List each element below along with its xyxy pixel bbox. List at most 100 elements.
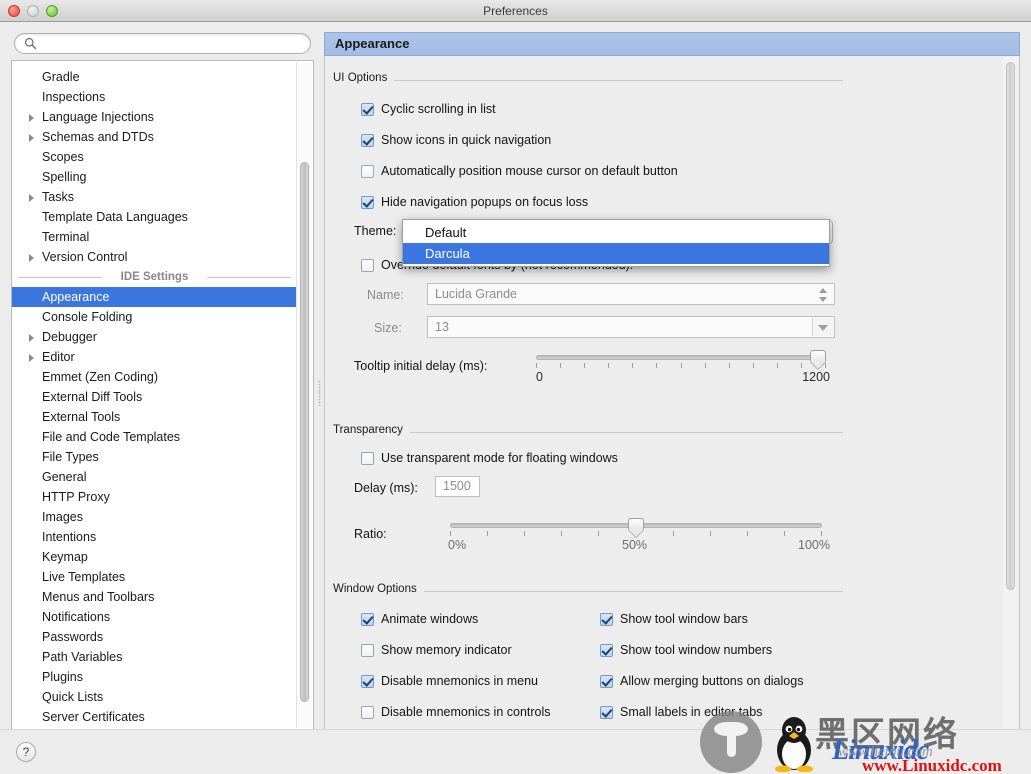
sidebar-item-scopes[interactable]: Scopes bbox=[12, 147, 84, 167]
checkbox-show-tool-window-bars-box[interactable] bbox=[600, 612, 613, 626]
checkbox-transparent-mode-box[interactable] bbox=[361, 451, 374, 465]
sidebar-item-spelling[interactable]: Spelling bbox=[12, 167, 86, 187]
theme-option-darcula[interactable]: Darcula bbox=[403, 243, 829, 264]
sidebar-scrollbar-thumb[interactable] bbox=[300, 162, 309, 702]
slider-tick bbox=[747, 531, 748, 536]
ratio-slider-thumb[interactable] bbox=[628, 518, 644, 537]
checkbox-animate-windows-box[interactable] bbox=[361, 612, 374, 626]
checkbox-allow-merging-buttons[interactable]: Allow merging buttons on dialogs bbox=[600, 672, 803, 690]
expand-arrow-icon[interactable] bbox=[29, 334, 34, 342]
checkbox-show-memory-indicator-box[interactable] bbox=[361, 643, 374, 657]
sidebar-item-tasks[interactable]: Tasks bbox=[12, 187, 74, 207]
checkbox-small-labels-editor-tabs-box[interactable] bbox=[600, 705, 613, 719]
font-name-field[interactable]: Lucida Grande bbox=[427, 283, 835, 305]
checkbox-disable-mnemonics-controls[interactable]: Disable mnemonics in controls bbox=[361, 703, 551, 721]
expand-arrow-icon[interactable] bbox=[29, 134, 34, 142]
search-input[interactable] bbox=[42, 35, 301, 53]
checkbox-disable-mnemonics-menu-box[interactable] bbox=[361, 674, 374, 688]
tooltip-delay-slider[interactable]: 0 1200 bbox=[536, 350, 830, 384]
transparency-label: Transparency bbox=[333, 424, 410, 436]
checkbox-show-memory-indicator[interactable]: Show memory indicator bbox=[361, 641, 512, 659]
search-field[interactable] bbox=[14, 33, 311, 54]
expand-arrow-icon[interactable] bbox=[29, 354, 34, 362]
sidebar-item-terminal[interactable]: Terminal bbox=[12, 227, 89, 247]
font-size-dropdown-button[interactable] bbox=[812, 318, 833, 336]
sidebar-item-notifications[interactable]: Notifications bbox=[12, 607, 110, 627]
checkbox-cyclic-scrolling-label: Cyclic scrolling in list bbox=[381, 102, 496, 116]
sidebar-item-appearance[interactable]: Appearance bbox=[12, 287, 297, 307]
sidebar-scrollbar-track[interactable] bbox=[296, 62, 312, 728]
slider-tick bbox=[584, 363, 585, 368]
sidebar-item-debugger[interactable]: Debugger bbox=[12, 327, 97, 347]
ratio-slider[interactable]: 0% 50% 100% bbox=[448, 518, 830, 552]
sidebar-item-external-tools[interactable]: External Tools bbox=[12, 407, 120, 427]
sidebar-item-server-certificates[interactable]: Server Certificates bbox=[12, 707, 145, 727]
checkbox-show-tool-window-numbers-box[interactable] bbox=[600, 643, 613, 657]
slider-tick bbox=[608, 363, 609, 368]
checkbox-allow-merging-buttons-box[interactable] bbox=[600, 674, 613, 688]
panel-scrollbar-thumb[interactable] bbox=[1006, 62, 1015, 590]
help-button[interactable]: ? bbox=[16, 742, 36, 762]
checkbox-auto-position-cursor[interactable]: Automatically position mouse cursor on d… bbox=[361, 162, 678, 180]
sidebar-item-intentions[interactable]: Intentions bbox=[12, 527, 96, 547]
sidebar-item-schemas-and-dtds[interactable]: Schemas and DTDs bbox=[12, 127, 154, 147]
slider-tick bbox=[561, 531, 562, 536]
sidebar-item-external-diff-tools[interactable]: External Diff Tools bbox=[12, 387, 142, 407]
sidebar-item-label: Editor bbox=[42, 350, 75, 364]
font-name-stepper[interactable] bbox=[819, 288, 828, 302]
font-size-field[interactable]: 13 bbox=[427, 316, 835, 338]
sidebar-item-template-data-languages[interactable]: Template Data Languages bbox=[12, 207, 188, 227]
checkbox-hide-nav-popups[interactable]: Hide navigation popups on focus loss bbox=[361, 193, 588, 211]
expand-arrow-icon[interactable] bbox=[29, 254, 34, 262]
panel-scrollbar-track[interactable] bbox=[1003, 57, 1018, 728]
checkbox-show-tool-window-bars[interactable]: Show tool window bars bbox=[600, 610, 748, 628]
tooltip-slider-track[interactable] bbox=[536, 355, 826, 360]
checkbox-show-tool-window-numbers-label: Show tool window numbers bbox=[620, 643, 773, 657]
sidebar-item-inspections[interactable]: Inspections bbox=[12, 87, 105, 107]
tooltip-delay-label: Tooltip initial delay (ms): bbox=[354, 359, 488, 373]
sidebar-item-file-types[interactable]: File Types bbox=[12, 447, 99, 467]
checkbox-hide-nav-popups-box[interactable] bbox=[361, 195, 374, 209]
checkbox-override-fonts-box[interactable] bbox=[361, 258, 374, 272]
checkbox-animate-windows[interactable]: Animate windows bbox=[361, 610, 478, 628]
sidebar-item-language-injections[interactable]: Language Injections bbox=[12, 107, 154, 127]
checkbox-small-labels-editor-tabs[interactable]: Small labels in editor tabs bbox=[600, 703, 762, 721]
checkbox-cyclic-scrolling-box[interactable] bbox=[361, 102, 374, 116]
sidebar-item-general[interactable]: General bbox=[12, 467, 86, 487]
sidebar-item-version-control[interactable]: Version Control bbox=[12, 247, 127, 267]
checkbox-transparent-mode[interactable]: Use transparent mode for floating window… bbox=[361, 449, 618, 467]
checkbox-show-icons-quick-nav-label: Show icons in quick navigation bbox=[381, 133, 552, 147]
sidebar-item-quick-lists[interactable]: Quick Lists bbox=[12, 687, 103, 707]
settings-tree[interactable]: Gradle Inspections Language Injections Sche… bbox=[11, 60, 314, 730]
checkbox-disable-mnemonics-controls-box[interactable] bbox=[361, 705, 374, 719]
expand-arrow-icon[interactable] bbox=[29, 194, 34, 202]
checkbox-show-icons-quick-nav-box[interactable] bbox=[361, 133, 374, 147]
checkbox-show-tool-window-numbers[interactable]: Show tool window numbers bbox=[600, 641, 772, 659]
sidebar-item-images[interactable]: Images bbox=[12, 507, 83, 527]
sidebar-item-file-and-code-templates[interactable]: File and Code Templates bbox=[12, 427, 180, 447]
theme-label: Theme: bbox=[354, 224, 397, 238]
slider-tick bbox=[784, 531, 785, 536]
sidebar-item-menus-and-toolbars[interactable]: Menus and Toolbars bbox=[12, 587, 154, 607]
sidebar-item-http-proxy[interactable]: HTTP Proxy bbox=[12, 487, 110, 507]
checkbox-cyclic-scrolling[interactable]: Cyclic scrolling in list bbox=[361, 100, 496, 118]
sidebar-item-gradle[interactable]: Gradle bbox=[12, 67, 80, 87]
sidebar-item-keymap[interactable]: Keymap bbox=[12, 547, 88, 567]
sidebar-item-emmet-zen-coding[interactable]: Emmet (Zen Coding) bbox=[12, 367, 158, 387]
checkbox-disable-mnemonics-menu[interactable]: Disable mnemonics in menu bbox=[361, 672, 538, 690]
sidebar-item-plugins[interactable]: Plugins bbox=[12, 667, 83, 687]
theme-option-default[interactable]: Default bbox=[403, 222, 829, 243]
sidebar-item-live-templates[interactable]: Live Templates bbox=[12, 567, 125, 587]
tooltip-slider-thumb[interactable] bbox=[810, 350, 826, 369]
expand-arrow-icon[interactable] bbox=[29, 114, 34, 122]
sidebar-item-path-variables[interactable]: Path Variables bbox=[12, 647, 122, 667]
checkbox-auto-position-cursor-box[interactable] bbox=[361, 164, 374, 178]
sidebar-item-editor[interactable]: Editor bbox=[12, 347, 75, 367]
sidebar-item-label: Notifications bbox=[42, 610, 111, 624]
transparency-delay-field[interactable]: 1500 bbox=[435, 476, 480, 497]
sidebar-item-passwords[interactable]: Passwords bbox=[12, 627, 103, 647]
sidebar-item-console-folding[interactable]: Console Folding bbox=[12, 307, 132, 327]
slider-tick bbox=[673, 531, 674, 536]
checkbox-show-icons-quick-nav[interactable]: Show icons in quick navigation bbox=[361, 131, 551, 149]
theme-dropdown-popup[interactable]: Default Darcula bbox=[402, 219, 830, 267]
